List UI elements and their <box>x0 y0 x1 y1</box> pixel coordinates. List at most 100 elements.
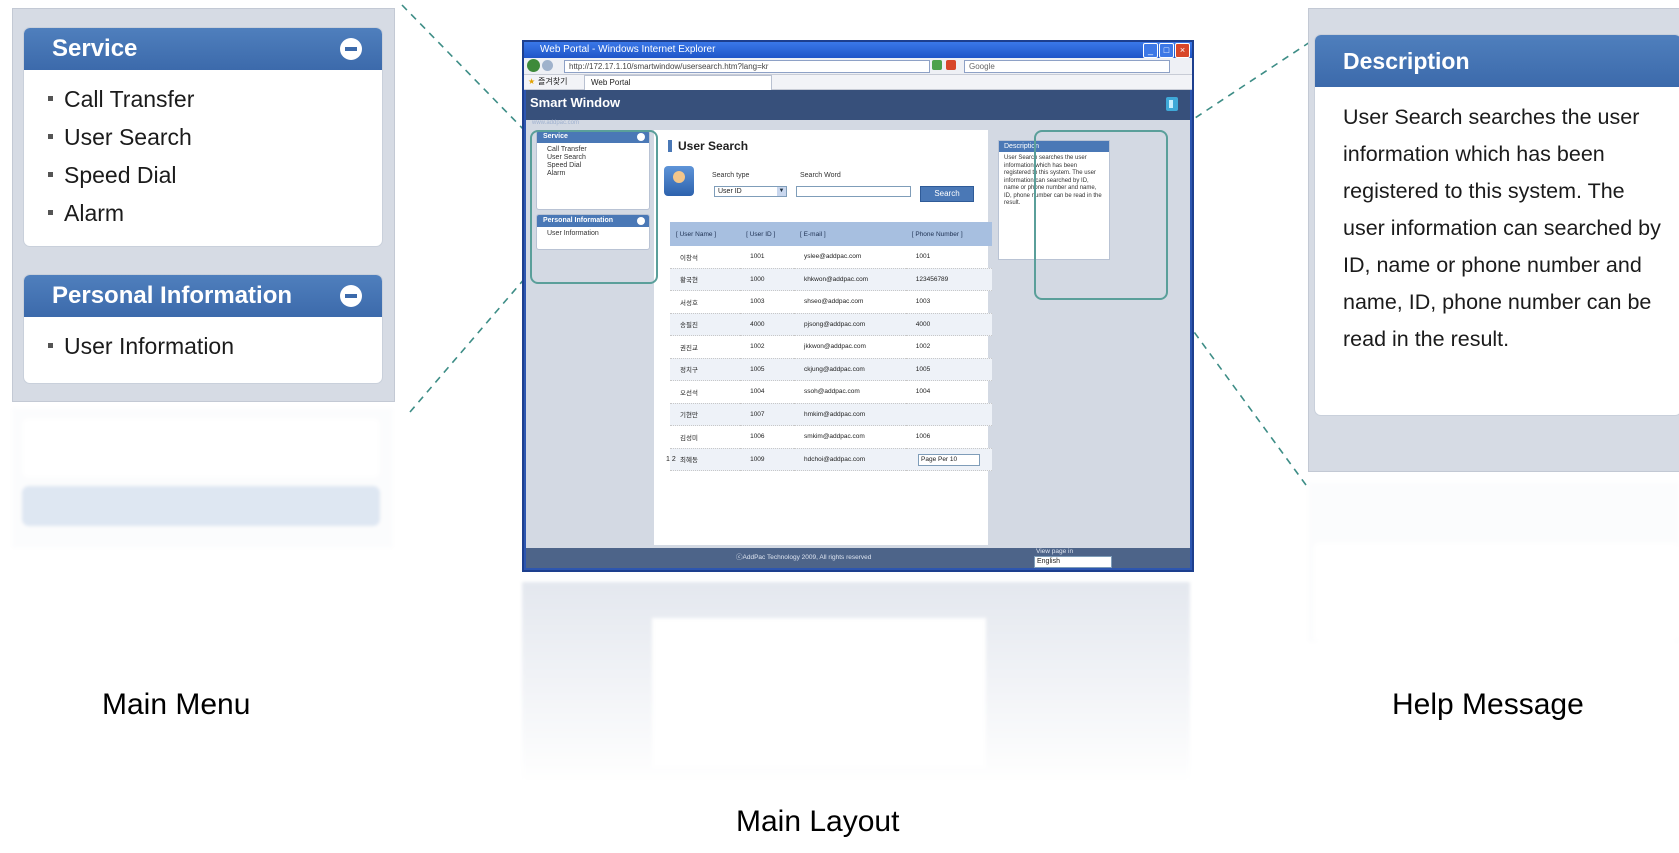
table-cell: 기현만 <box>670 403 741 426</box>
table-cell: 1009 <box>740 448 795 471</box>
table-cell: 1001 <box>740 246 795 269</box>
table-cell: 1000 <box>740 268 795 291</box>
table-cell: 최혜동 <box>670 448 741 471</box>
table-cell: 오선석 <box>670 380 741 404</box>
caption-main-menu: Main Menu <box>102 688 251 721</box>
logout-icon[interactable] <box>1166 97 1178 111</box>
caption-help-message: Help Message <box>1392 688 1584 721</box>
table-cell: yslee@addpac.com <box>794 246 906 269</box>
table-cell: 1007 <box>740 403 795 426</box>
favorites-bar: ★ 즐겨찾기 Web Portal <box>524 75 1192 90</box>
close-button[interactable]: × <box>1175 43 1190 58</box>
search-type-select[interactable]: User ID ▼ <box>714 186 787 197</box>
search-button[interactable]: Search <box>920 186 974 202</box>
table-cell: 1003 <box>905 290 992 314</box>
table-row[interactable]: 서성호 1003 shseo@addpac.com 1003 <box>670 290 992 314</box>
table-row[interactable]: 송필진 4000 pjsong@addpac.com 4000 <box>670 313 992 336</box>
table-cell: 1004 <box>740 380 795 404</box>
table-row[interactable]: 황국현 1000 khkwon@addpac.com 123456789 <box>670 268 992 291</box>
service-header[interactable]: Service <box>24 28 382 70</box>
forward-icon[interactable] <box>542 60 553 71</box>
table-row[interactable]: 김성미 1006 smkim@addpac.com 1006 <box>670 425 992 449</box>
back-icon[interactable] <box>527 59 540 72</box>
menu-item-service-2[interactable]: Speed Dial <box>48 156 382 194</box>
table-row[interactable]: 오선석 1004 ssoh@addpac.com 1004 <box>670 380 992 404</box>
menu-item-personal-0[interactable]: User Information <box>48 327 382 365</box>
personal-info-list: User Information <box>24 317 382 365</box>
description-panel: Description User Search searches the use… <box>1314 34 1679 416</box>
table-cell: ssoh@addpac.com <box>794 380 906 404</box>
menu-item-service-0[interactable]: Call Transfer <box>48 80 382 118</box>
collapse-icon[interactable] <box>340 38 362 60</box>
refresh-icon[interactable] <box>932 60 942 70</box>
highlight-help <box>1034 130 1168 300</box>
search-type-label: Search type <box>712 172 750 179</box>
table-cell: 서성호 <box>670 290 741 314</box>
url-field[interactable]: http://172.17.1.10/smartwindow/usersearc… <box>564 60 930 73</box>
table-cell: pjsong@addpac.com <box>794 313 906 336</box>
main-content: User Search Search type Search Word User… <box>654 130 992 545</box>
highlight-menu <box>530 130 658 284</box>
table-cell: jkkwon@addpac.com <box>794 335 906 359</box>
table-row[interactable]: 기현만 1007 hmkim@addpac.com <box>670 403 992 426</box>
table-cell: 김성미 <box>670 425 741 449</box>
tab-web-portal[interactable]: Web Portal <box>584 75 772 90</box>
pagination[interactable]: 1 2 <box>666 456 676 463</box>
table-cell: 권진교 <box>670 335 741 359</box>
app-title: Smart Window <box>530 95 621 110</box>
search-type-value: User ID <box>718 188 742 195</box>
personal-info-header[interactable]: Personal Information <box>24 275 382 317</box>
table-cell: 1004 <box>905 380 992 404</box>
browser-titlebar: Web Portal - Windows Internet Explorer _… <box>524 42 1192 58</box>
collapse-icon[interactable] <box>340 285 362 307</box>
table-cell: smkim@addpac.com <box>794 425 906 449</box>
search-word-input[interactable] <box>796 186 911 197</box>
language-select[interactable]: English <box>1034 556 1112 568</box>
table-cell: 송필진 <box>670 313 741 336</box>
table-cell: 1003 <box>740 290 795 314</box>
table-cell: 1002 <box>905 335 992 359</box>
caption-main-layout: Main Layout <box>736 805 900 838</box>
service-panel: Service Call Transfer User Search Speed Di… <box>23 27 383 247</box>
table-cell: ckjung@addpac.com <box>794 358 906 381</box>
column-header: [ Phone Number ] <box>905 222 992 246</box>
app-header: Smart Window www.addpac.com <box>526 90 1190 126</box>
minimize-button[interactable]: _ <box>1143 43 1158 58</box>
help-message-reflection <box>1308 482 1679 642</box>
main-menu-reflection <box>12 408 393 548</box>
table-cell: 4000 <box>905 313 992 336</box>
table-cell: 정치구 <box>670 358 741 381</box>
table-row[interactable]: 이창석 1001 yslee@addpac.com 1001 <box>670 246 992 269</box>
table-cell <box>905 403 992 426</box>
window-title: Web Portal - Windows Internet Explorer <box>540 44 716 55</box>
table-cell: 1005 <box>740 358 795 381</box>
maximize-button[interactable]: □ <box>1159 43 1174 58</box>
menu-item-service-1[interactable]: User Search <box>48 118 382 156</box>
service-header-label: Service <box>52 35 138 62</box>
browser-window: Web Portal - Windows Internet Explorer _… <box>522 40 1194 572</box>
results-table: [ User Name ][ User ID ][ E-mail ][ Phon… <box>670 222 992 471</box>
help-message-zoom: Description User Search searches the use… <box>1308 8 1679 472</box>
address-bar: http://172.17.1.10/smartwindow/usersearc… <box>524 58 1192 75</box>
description-text: User Search searches the user informatio… <box>1343 105 1661 351</box>
table-cell: 1006 <box>740 425 795 449</box>
copyright-text: ⓒAddPac Technology 2009, All rights rese… <box>736 554 872 561</box>
favorites-label[interactable]: 즐겨찾기 <box>538 75 567 89</box>
page-per-select[interactable]: Page Per 10 <box>918 454 980 466</box>
table-cell: 123456789 <box>905 268 992 291</box>
page-title: User Search <box>668 140 748 152</box>
main-menu-zoom: Service Call Transfer User Search Speed Di… <box>12 8 395 402</box>
table-cell: hmkim@addpac.com <box>794 403 906 426</box>
table-row[interactable]: 권진교 1002 jkkwon@addpac.com 1002 <box>670 335 992 359</box>
table-cell: 황국현 <box>670 268 741 291</box>
favorites-star-icon[interactable]: ★ <box>528 75 535 89</box>
chevron-down-icon[interactable]: ▼ <box>777 187 786 196</box>
table-row[interactable]: 정치구 1005 ckjung@addpac.com 1005 <box>670 358 992 381</box>
column-header: [ User ID ] <box>740 222 795 246</box>
menu-item-service-3[interactable]: Alarm <box>48 194 382 232</box>
web-search-input[interactable]: Google <box>964 60 1170 73</box>
stop-icon[interactable] <box>946 60 956 70</box>
column-header: [ E-mail ] <box>794 222 906 246</box>
language-value: English <box>1037 558 1060 565</box>
search-word-label: Search Word <box>800 172 841 179</box>
